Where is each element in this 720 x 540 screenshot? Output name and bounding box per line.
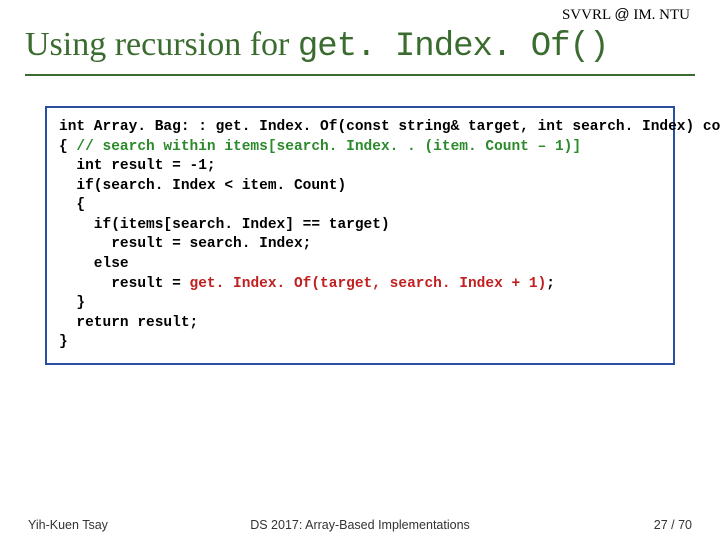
code-line-3: int result = -1; (59, 158, 216, 174)
code-line-7: result = search. Index; (59, 236, 311, 252)
footer: Yih-Kuen Tsay DS 2017: Array-Based Imple… (0, 518, 720, 532)
footer-author: Yih-Kuen Tsay (28, 518, 108, 532)
code-line-10: } (59, 295, 85, 311)
footer-course: DS 2017: Array-Based Implementations (250, 518, 470, 532)
lab-name: SVVRL (562, 7, 611, 23)
code-line-11: return result; (59, 315, 198, 331)
code-line-5: { (59, 197, 85, 213)
header-right: SVVRL @ IM. NTU (0, 0, 720, 26)
footer-page: 27 / 70 (654, 518, 692, 532)
title-mono: get. Index. Of() (298, 28, 608, 66)
code-line-9a: result = (59, 276, 190, 292)
code-line-8: else (59, 256, 129, 272)
at-symbol: @ (614, 6, 629, 23)
code-line-1: int Array. Bag: : get. Index. Of(const s… (59, 119, 720, 135)
slide-title: Using recursion for get. Index. Of() (25, 26, 695, 66)
code-line-2a: { (59, 139, 76, 155)
content-area: int Array. Bag: : get. Index. Of(const s… (0, 76, 720, 395)
code-recursive-call: get. Index. Of(target, search. Index + 1… (190, 276, 547, 292)
code-line-4: if(search. Index < item. Count) (59, 178, 346, 194)
code-comment: // search within items[search. Index. . … (76, 139, 581, 155)
code-line-9c: ; (546, 276, 555, 292)
dept-name: IM. NTU (633, 7, 690, 23)
title-prefix: Using recursion for (25, 26, 298, 63)
code-block: int Array. Bag: : get. Index. Of(const s… (45, 106, 675, 365)
code-line-12: } (59, 334, 68, 350)
title-container: Using recursion for get. Index. Of() (0, 26, 720, 74)
code-line-6: if(items[search. Index] == target) (59, 217, 390, 233)
